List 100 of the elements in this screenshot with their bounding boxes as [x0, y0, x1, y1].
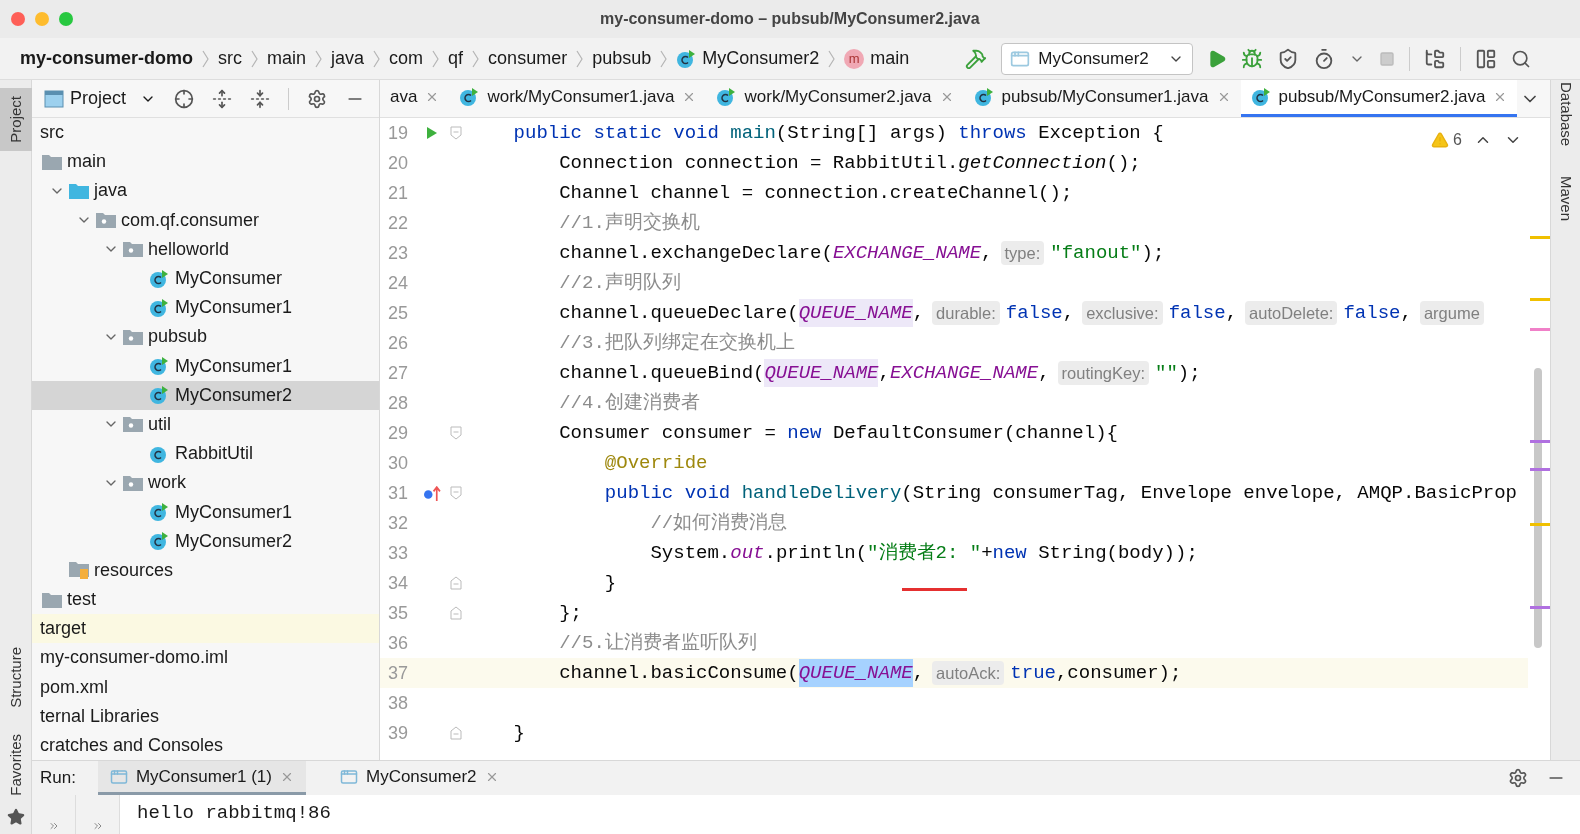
- tool-window-button[interactable]: Favorites: [0, 726, 32, 804]
- fold-marker-icon[interactable]: [450, 486, 462, 500]
- tree-item[interactable]: cratches and Consoles: [32, 730, 379, 760]
- runnable-class-icon: [149, 356, 169, 377]
- settings-icon[interactable]: [307, 88, 328, 109]
- breadcrumb-item[interactable]: java: [331, 45, 365, 72]
- tree-item[interactable]: src: [32, 118, 379, 148]
- editor-tab[interactable]: pubsub/MyConsumer2.java: [1240, 80, 1518, 117]
- tool-window-button[interactable]: Project: [0, 88, 32, 151]
- tool-window-button[interactable]: Structure: [0, 639, 32, 717]
- tree-item[interactable]: target: [32, 614, 379, 644]
- editor-tab[interactable]: ava: [380, 80, 450, 117]
- hammer-icon[interactable]: [965, 47, 988, 70]
- breadcrumb-item[interactable]: src: [218, 45, 243, 72]
- tree-item[interactable]: resources: [32, 555, 379, 585]
- fold-marker-icon[interactable]: [450, 426, 462, 440]
- tree-item[interactable]: MyConsumer1: [32, 351, 379, 381]
- collapse-all-icon[interactable]: [250, 88, 271, 109]
- crosshair-icon[interactable]: [174, 88, 195, 109]
- tree-item[interactable]: work: [32, 468, 379, 498]
- override-gutter-icon[interactable]: [423, 485, 441, 501]
- breadcrumb-item[interactable]: main: [267, 45, 307, 72]
- expand-all-icon[interactable]: [212, 88, 233, 109]
- run-tab[interactable]: MyConsumer1 (1): [97, 761, 306, 795]
- run-gutter-icon[interactable]: [426, 126, 438, 140]
- breadcrumb-item[interactable]: qf: [448, 45, 464, 72]
- tree-item[interactable]: test: [32, 585, 379, 615]
- breadcrumb-separator-icon: [432, 49, 440, 68]
- close-window-icon[interactable]: [11, 12, 25, 26]
- folder-icon: [41, 590, 63, 609]
- code-token: true: [1010, 660, 1056, 686]
- tree-item[interactable]: pubsub: [32, 322, 379, 352]
- line-number: 25: [387, 301, 410, 325]
- tool-window-button[interactable]: Maven: [1551, 176, 1580, 222]
- tool-window-button[interactable]: Database: [1551, 82, 1580, 147]
- chevrons-icon[interactable]: [91, 820, 104, 832]
- tree-item-label: main: [67, 150, 106, 174]
- zoom-window-icon[interactable]: [59, 12, 73, 26]
- tree-item[interactable]: MyConsumer2: [32, 526, 379, 556]
- code-token: ,: [1400, 300, 1412, 326]
- tree-item[interactable]: helloworld: [32, 234, 379, 264]
- tree-item[interactable]: com.qf.consumer: [32, 205, 379, 235]
- run-configuration-dropdown[interactable]: MyConsumer2: [1001, 42, 1194, 75]
- warning-indicator[interactable]: 6: [1431, 128, 1462, 152]
- breadcrumb-item[interactable]: MyConsumer2: [702, 45, 820, 72]
- tree-item-label: target: [40, 617, 87, 641]
- tree-item[interactable]: MyConsumer2: [32, 380, 379, 410]
- code-token: Exception {: [1038, 120, 1164, 146]
- tree-item[interactable]: util: [32, 409, 379, 440]
- run-icon[interactable]: [1207, 48, 1228, 69]
- editor-tab[interactable]: pubsub/MyConsumer1.java: [963, 80, 1241, 117]
- breadcrumb-item[interactable]: pubsub: [592, 45, 652, 72]
- star-icon[interactable]: [6, 808, 25, 826]
- scrollbar-thumb[interactable]: [1534, 368, 1542, 648]
- layout-icon[interactable]: [1475, 47, 1498, 70]
- line-number: 33: [387, 541, 410, 565]
- tree-item[interactable]: MyConsumer1: [32, 497, 379, 527]
- breadcrumb-item[interactable]: my-consumer-domo: [20, 45, 194, 72]
- resources-folder-icon: [68, 560, 90, 581]
- tree-item[interactable]: ternal Libraries: [32, 701, 379, 731]
- tree-item[interactable]: my-consumer-domo.iml: [32, 643, 379, 673]
- settings-icon[interactable]: [1508, 768, 1528, 788]
- editor-tab[interactable]: work/MyConsumer1.java: [449, 80, 707, 117]
- code-token: false: [1343, 300, 1401, 326]
- code-token: );: [1177, 360, 1201, 386]
- breadcrumb-separator-icon: [373, 49, 381, 68]
- fold-marker-icon[interactable]: [450, 576, 462, 590]
- tree-item[interactable]: java: [32, 176, 379, 206]
- line-number: 36: [387, 631, 410, 655]
- search-icon[interactable]: [1511, 48, 1532, 69]
- tree-item[interactable]: RabbitUtil: [32, 439, 379, 469]
- tree-item-label: helloworld: [148, 237, 230, 261]
- tree-item[interactable]: pom.xml: [32, 672, 379, 702]
- run-tab[interactable]: MyConsumer2: [327, 761, 511, 795]
- fold-marker-icon[interactable]: [450, 126, 462, 140]
- tree-item[interactable]: MyConsumer: [32, 263, 379, 294]
- parameter-hint: type:: [1000, 240, 1045, 266]
- breadcrumb-item[interactable]: main: [870, 45, 910, 72]
- chevrons-icon[interactable]: [47, 820, 60, 832]
- folder-tree-icon[interactable]: [1424, 47, 1447, 70]
- tree-item[interactable]: MyConsumer1: [32, 293, 379, 323]
- run-panel-label: Run:: [40, 767, 76, 790]
- bug-icon[interactable]: [1241, 47, 1264, 70]
- code-token: "fanout": [1050, 240, 1142, 266]
- code-token: out: [730, 540, 765, 566]
- fold-marker-icon[interactable]: [450, 606, 462, 620]
- tree-item-label: MyConsumer1: [175, 500, 293, 524]
- editor-tab[interactable]: work/MyConsumer2.java: [706, 80, 964, 117]
- code-token: public void: [604, 480, 732, 506]
- tree-item-label: MyConsumer2: [175, 529, 293, 553]
- line-number: 39: [387, 721, 410, 745]
- tree-item[interactable]: main: [32, 147, 379, 177]
- breadcrumb-item[interactable]: com: [389, 45, 424, 72]
- code-token: ();: [1106, 150, 1141, 176]
- fold-marker-icon[interactable]: [450, 726, 462, 740]
- code-token: //4.创建消费者: [559, 390, 700, 416]
- code-token: main: [730, 120, 776, 146]
- stop-icon[interactable]: [1379, 50, 1396, 67]
- project-view-dropdown[interactable]: Project: [44, 85, 157, 112]
- breadcrumb-item[interactable]: consumer: [488, 45, 568, 72]
